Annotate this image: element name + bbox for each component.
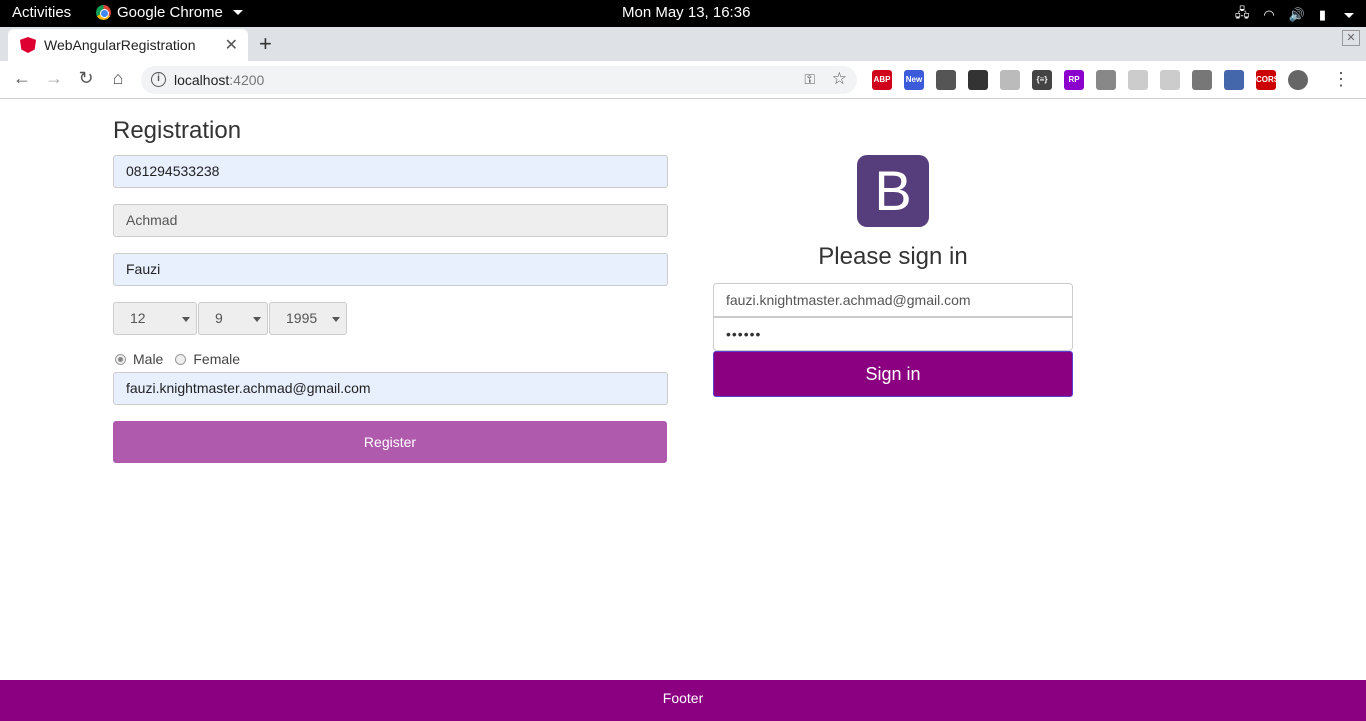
battery-icon: ▮ xyxy=(1318,7,1326,22)
signin-button[interactable]: Sign in xyxy=(713,351,1073,397)
register-button[interactable]: Register xyxy=(113,421,667,463)
page-footer: Footer xyxy=(0,680,1366,721)
app-menu-label: Google Chrome xyxy=(117,4,223,21)
angular-icon xyxy=(20,37,36,53)
extensions-row: ABP New {≡} RP CORS xyxy=(872,70,1308,90)
home-icon[interactable]: ⌂ xyxy=(107,68,129,89)
browser-tab[interactable]: WebAngularRegistration ✕ xyxy=(8,29,248,61)
gender-male-label: Male xyxy=(133,351,164,367)
avatar-icon[interactable] xyxy=(1288,70,1308,90)
reload-icon[interactable]: ↻ xyxy=(75,68,97,89)
gender-radio-group: Male Female xyxy=(113,351,240,367)
signin-title: Please sign in xyxy=(818,243,968,270)
tab-title: WebAngularRegistration xyxy=(44,37,196,53)
first-name-input[interactable]: Achmad xyxy=(113,204,668,237)
signin-password-input[interactable]: •••••• xyxy=(713,317,1073,351)
system-top-bar: Activities Google Chrome Mon May 13, 16:… xyxy=(0,0,1366,27)
address-bar[interactable]: i localhost:4200 ⚿ ☆ xyxy=(141,66,857,94)
dob-year-select[interactable]: 1995 xyxy=(269,302,347,335)
last-name-input[interactable]: Fauzi xyxy=(113,253,668,286)
page-content: Registration 081294533238 Achmad Fauzi 1… xyxy=(0,99,1366,680)
forward-icon[interactable]: → xyxy=(43,68,65,89)
abp-icon[interactable]: ABP xyxy=(872,70,892,90)
browser-toolbar: ← → ↻ ⌂ i localhost:4200 ⚿ ☆ ABP New {≡} RP… xyxy=(0,61,1366,99)
new-tab-button[interactable]: + xyxy=(259,31,272,57)
u-extension-icon[interactable] xyxy=(1128,70,1148,90)
gender-female-label: Female xyxy=(193,351,241,367)
volume-icon: 🔊 xyxy=(1288,7,1305,22)
bookmark-star-icon[interactable]: ☆ xyxy=(832,69,847,89)
gender-female-radio[interactable] xyxy=(175,353,187,365)
system-tray[interactable]: 🖧 ◠ 🔊 ▮ xyxy=(1235,4,1354,26)
chevron-down-icon xyxy=(232,10,243,15)
dob-month-select[interactable]: 9 xyxy=(198,302,268,335)
signin-email-input[interactable]: fauzi.knightmaster.achmad@gmail.com xyxy=(713,283,1073,317)
grid-extension-icon[interactable] xyxy=(1000,70,1020,90)
gender-male-radio[interactable] xyxy=(115,353,126,365)
cors-extension-icon[interactable]: CORS xyxy=(1256,70,1279,90)
brush-extension-icon[interactable] xyxy=(1192,70,1212,90)
sheet-extension-icon[interactable] xyxy=(1224,70,1244,90)
more-menu-icon[interactable]: ⋮ xyxy=(1332,69,1350,90)
key-icon[interactable]: ⚿ xyxy=(804,71,815,88)
tab-close-icon[interactable]: ✕ xyxy=(225,35,238,55)
network-icon: 🖧 xyxy=(1234,5,1250,20)
registration-title: Registration xyxy=(113,117,242,144)
json-extension-icon[interactable]: {≡} xyxy=(1032,70,1052,90)
phone-input[interactable]: 081294533238 xyxy=(113,155,668,188)
wifi-icon: ◠ xyxy=(1263,7,1275,22)
url-text: localhost:4200 xyxy=(174,72,264,88)
rp-extension-icon[interactable]: RP xyxy=(1064,70,1084,90)
url-host: localhost xyxy=(174,72,230,88)
puzzle-extension-icon[interactable] xyxy=(1096,70,1116,90)
bootstrap-logo: B xyxy=(857,155,929,227)
chevron-down-icon xyxy=(1344,12,1354,18)
activities-button[interactable]: Activities xyxy=(12,4,71,21)
app-menu[interactable]: Google Chrome xyxy=(96,4,243,21)
email-input[interactable]: fauzi.knightmaster.achmad@gmail.com xyxy=(113,372,668,405)
bulb-extension-icon[interactable] xyxy=(936,70,956,90)
chrome-icon xyxy=(96,5,111,20)
clock[interactable]: Mon May 13, 16:36 xyxy=(622,4,750,21)
chat-extension-icon[interactable] xyxy=(1160,70,1180,90)
dob-day-select[interactable]: 12 xyxy=(113,302,197,335)
sync-extension-icon[interactable] xyxy=(968,70,988,90)
back-icon[interactable]: ← xyxy=(11,68,33,89)
tab-strip: WebAngularRegistration ✕ xyxy=(0,27,1366,61)
info-icon[interactable]: i xyxy=(151,72,166,87)
url-port: :4200 xyxy=(229,72,265,88)
new-extension-icon[interactable]: New xyxy=(904,70,924,90)
window-close-icon[interactable]: ✕ xyxy=(1342,30,1360,46)
